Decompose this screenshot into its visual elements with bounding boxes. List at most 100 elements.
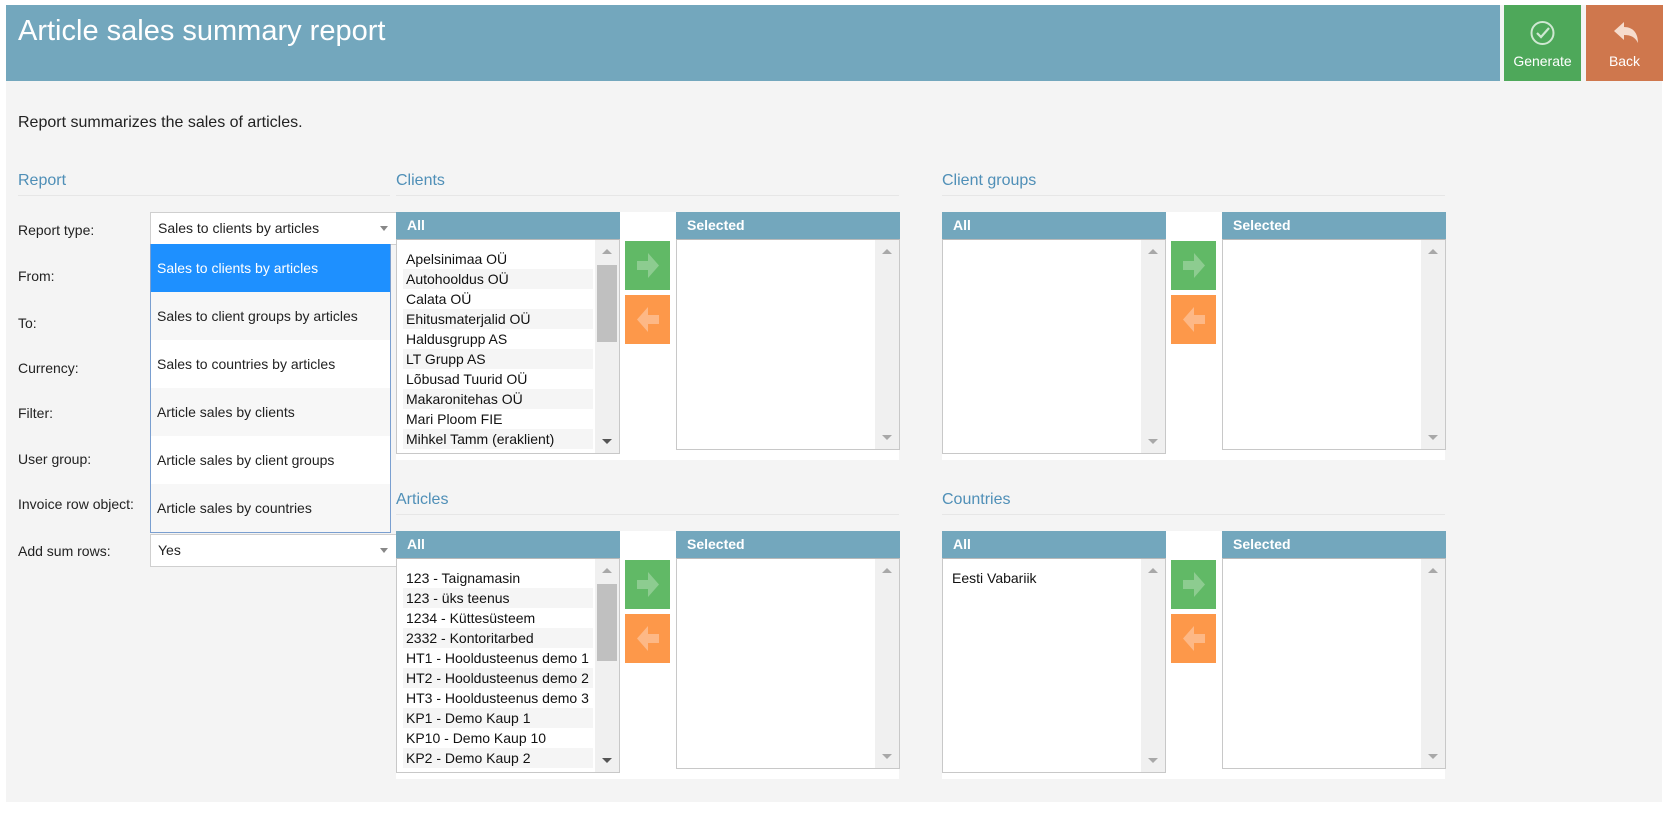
report-type-select[interactable]: Sales to clients by articles <box>150 212 397 245</box>
to-label: To: <box>18 315 37 331</box>
articles-section-title: Articles <box>396 491 449 508</box>
add-selected-button[interactable] <box>1171 560 1216 609</box>
scroll-up-icon[interactable] <box>882 568 892 573</box>
list-item[interactable]: HT2 - Hooldusteenus demo 2 <box>403 668 593 688</box>
reply-arrow-icon <box>1586 19 1663 49</box>
all-listbox[interactable]: Eesti Vabariik <box>942 558 1166 773</box>
report-type-option[interactable]: Sales to client groups by articles <box>151 292 390 340</box>
remove-selected-button[interactable] <box>625 614 670 663</box>
scrollbar-thumb[interactable] <box>597 265 617 342</box>
chevron-down-icon <box>380 548 388 553</box>
articles-all-panel: All 123 - Taignamasin 123 - üks teenus 123… <box>396 531 620 773</box>
add-selected-button[interactable] <box>625 241 670 290</box>
all-panel-header: All <box>396 531 620 558</box>
all-listbox[interactable]: Apelsinimaa OÜ Autohooldus OÜ Calata OÜ Ehi… <box>396 239 620 454</box>
selected-panel-header: Selected <box>676 212 900 239</box>
add-sum-rows-label: Add sum rows: <box>18 543 111 559</box>
report-type-option[interactable]: Article sales by clients <box>151 388 390 436</box>
all-listbox[interactable] <box>942 239 1166 454</box>
list-item[interactable]: 123 - Taignamasin <box>403 568 593 588</box>
selected-listbox[interactable] <box>676 558 900 769</box>
list-item[interactable]: Mari Ploom FIE <box>403 409 593 429</box>
scroll-up-icon[interactable] <box>1428 249 1438 254</box>
list-item[interactable]: HT3 - Hooldusteenus demo 3 <box>403 688 593 708</box>
list-item[interactable]: Haldusgrupp AS <box>403 329 593 349</box>
list-item[interactable]: KP10 - Demo Kaup 10 <box>403 728 593 748</box>
back-button[interactable]: Back <box>1586 5 1663 81</box>
add-selected-button[interactable] <box>1171 241 1216 290</box>
scroll-down-icon[interactable] <box>1148 758 1158 763</box>
scroll-up-icon[interactable] <box>1428 568 1438 573</box>
list-item[interactable] <box>403 449 593 453</box>
selected-listbox[interactable] <box>1222 239 1446 450</box>
scrollbar[interactable] <box>595 559 619 772</box>
scroll-up-icon[interactable] <box>1148 568 1158 573</box>
list-item[interactable]: Eesti Vabariik <box>949 568 1139 588</box>
currency-label: Currency: <box>18 360 79 376</box>
filter-label: Filter: <box>18 405 53 421</box>
scrollbar[interactable] <box>875 240 899 449</box>
report-type-option[interactable]: Sales to countries by articles <box>151 340 390 388</box>
countries-all-panel: All Eesti Vabariik <box>942 531 1166 773</box>
clients-selected-panel: Selected <box>676 212 900 450</box>
scrollbar-thumb[interactable] <box>597 584 617 661</box>
scroll-down-icon[interactable] <box>1428 754 1438 759</box>
all-panel-header: All <box>942 212 1166 239</box>
scroll-up-icon[interactable] <box>602 568 612 573</box>
list-item[interactable]: KP2 - Demo Kaup 2 <box>403 748 593 768</box>
report-type-option[interactable]: Sales to clients by articles <box>151 244 390 292</box>
scrollbar[interactable] <box>875 559 899 768</box>
scrollbar[interactable] <box>595 240 619 453</box>
add-sum-rows-select[interactable]: Yes <box>150 534 397 567</box>
list-item[interactable]: Lõbusad Tuurid OÜ <box>403 369 593 389</box>
scroll-up-icon[interactable] <box>882 249 892 254</box>
list-item[interactable]: Ehitusmaterjalid OÜ <box>403 309 593 329</box>
list-item[interactable]: LT Grupp AS <box>403 349 593 369</box>
report-type-option[interactable]: Article sales by client groups <box>151 436 390 484</box>
from-label: From: <box>18 268 55 284</box>
scroll-down-icon[interactable] <box>882 754 892 759</box>
report-type-dropdown: Sales to clients by articles Sales to cl… <box>150 244 391 533</box>
selected-panel-header: Selected <box>1222 531 1446 558</box>
scroll-down-icon[interactable] <box>1428 435 1438 440</box>
scroll-down-icon[interactable] <box>602 439 612 444</box>
list-item[interactable]: Calata OÜ <box>403 289 593 309</box>
scrollbar[interactable] <box>1421 240 1445 449</box>
list-item[interactable]: Apelsinimaa OÜ <box>403 249 593 269</box>
list-item[interactable]: KP3 - Demo Kaup 3 <box>403 768 593 772</box>
scrollbar[interactable] <box>1141 240 1165 453</box>
remove-selected-button[interactable] <box>625 295 670 344</box>
page-title: Article sales summary report <box>18 15 386 47</box>
clients-all-panel: All Apelsinimaa OÜ Autohooldus OÜ Calata O… <box>396 212 620 454</box>
selected-panel-header: Selected <box>1222 212 1446 239</box>
scroll-down-icon[interactable] <box>882 435 892 440</box>
client-groups-selected-panel: Selected <box>1222 212 1446 450</box>
remove-selected-button[interactable] <box>1171 295 1216 344</box>
list-item[interactable]: Mihkel Tamm (eraklient) <box>403 429 593 449</box>
list-item[interactable]: KP1 - Demo Kaup 1 <box>403 708 593 728</box>
scrollbar[interactable] <box>1421 559 1445 768</box>
report-type-label: Report type: <box>18 222 95 238</box>
remove-selected-button[interactable] <box>1171 614 1216 663</box>
scroll-up-icon[interactable] <box>1148 249 1158 254</box>
list-item[interactable]: Autohooldus OÜ <box>403 269 593 289</box>
list-item[interactable]: 1234 - Küttesüsteem <box>403 608 593 628</box>
report-section-divider <box>18 195 390 196</box>
scroll-down-icon[interactable] <box>602 758 612 763</box>
scrollbar[interactable] <box>1141 559 1165 772</box>
list-item[interactable]: HT1 - Hooldusteenus demo 1 <box>403 648 593 668</box>
scroll-up-icon[interactable] <box>602 249 612 254</box>
section-divider <box>396 195 899 196</box>
all-listbox[interactable]: 123 - Taignamasin 123 - üks teenus 1234 - … <box>396 558 620 773</box>
generate-button[interactable]: Generate <box>1504 5 1581 81</box>
selected-listbox[interactable] <box>1222 558 1446 769</box>
selected-listbox[interactable] <box>676 239 900 450</box>
scroll-down-icon[interactable] <box>1148 439 1158 444</box>
list-item[interactable]: 123 - üks teenus <box>403 588 593 608</box>
generate-label: Generate <box>1513 53 1572 69</box>
list-item[interactable]: Makaronitehas OÜ <box>403 389 593 409</box>
add-selected-button[interactable] <box>625 560 670 609</box>
client-groups-section-title: Client groups <box>942 172 1037 189</box>
report-type-option[interactable]: Article sales by countries <box>151 484 390 532</box>
list-item[interactable]: 2332 - Kontoritarbed <box>403 628 593 648</box>
